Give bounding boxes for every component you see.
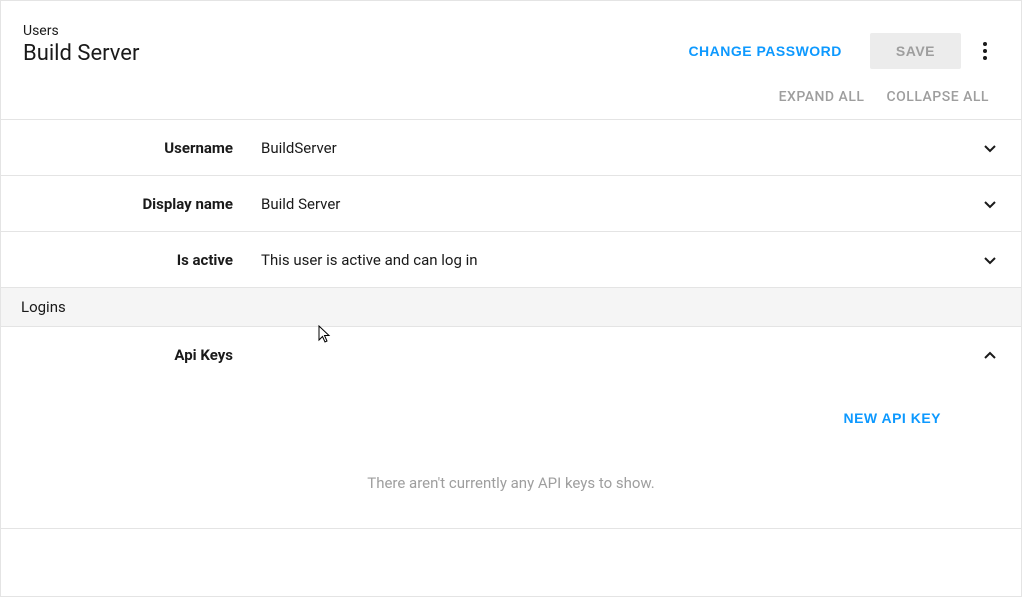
save-button: Save (870, 33, 961, 69)
field-value: BuildServer (261, 139, 979, 157)
field-row-username[interactable]: Username BuildServer (1, 119, 1021, 175)
header-actions: Change Password Save (670, 33, 999, 69)
chevron-down-icon[interactable] (979, 193, 1001, 215)
field-row-display-name[interactable]: Display name Build Server (1, 175, 1021, 231)
chevron-down-icon[interactable] (979, 249, 1001, 271)
header-title-block: Users Build Server (23, 23, 139, 66)
user-detail-page: Users Build Server Change Password Save … (0, 0, 1022, 597)
expand-collapse-bar: Expand All Collapse All (1, 85, 1021, 119)
field-row-api-keys[interactable]: Api Keys (1, 326, 1021, 382)
field-label: Is active (1, 251, 261, 269)
expand-all-button[interactable]: Expand All (779, 89, 865, 105)
api-keys-empty-message: There aren't currently any API keys to s… (1, 474, 1021, 492)
more-menu-button[interactable] (971, 34, 999, 68)
field-label: Username (1, 139, 261, 157)
chevron-down-icon[interactable] (979, 137, 1001, 159)
collapse-all-button[interactable]: Collapse All (886, 89, 989, 105)
change-password-button[interactable]: Change Password (670, 33, 859, 69)
field-label: Display name (1, 195, 261, 213)
chevron-up-icon[interactable] (979, 344, 1001, 366)
header: Users Build Server Change Password Save (1, 1, 1021, 85)
breadcrumb[interactable]: Users (23, 23, 139, 39)
page-title: Build Server (23, 41, 139, 66)
field-label: Api Keys (1, 346, 261, 364)
field-row-is-active[interactable]: Is active This user is active and can lo… (1, 231, 1021, 287)
new-api-key-button[interactable]: New API Key (843, 410, 941, 426)
section-header-logins: Logins (1, 287, 1021, 326)
field-value: Build Server (261, 195, 979, 213)
api-keys-panel: New API Key There aren't currently any A… (1, 410, 1021, 529)
field-value: This user is active and can log in (261, 251, 979, 269)
